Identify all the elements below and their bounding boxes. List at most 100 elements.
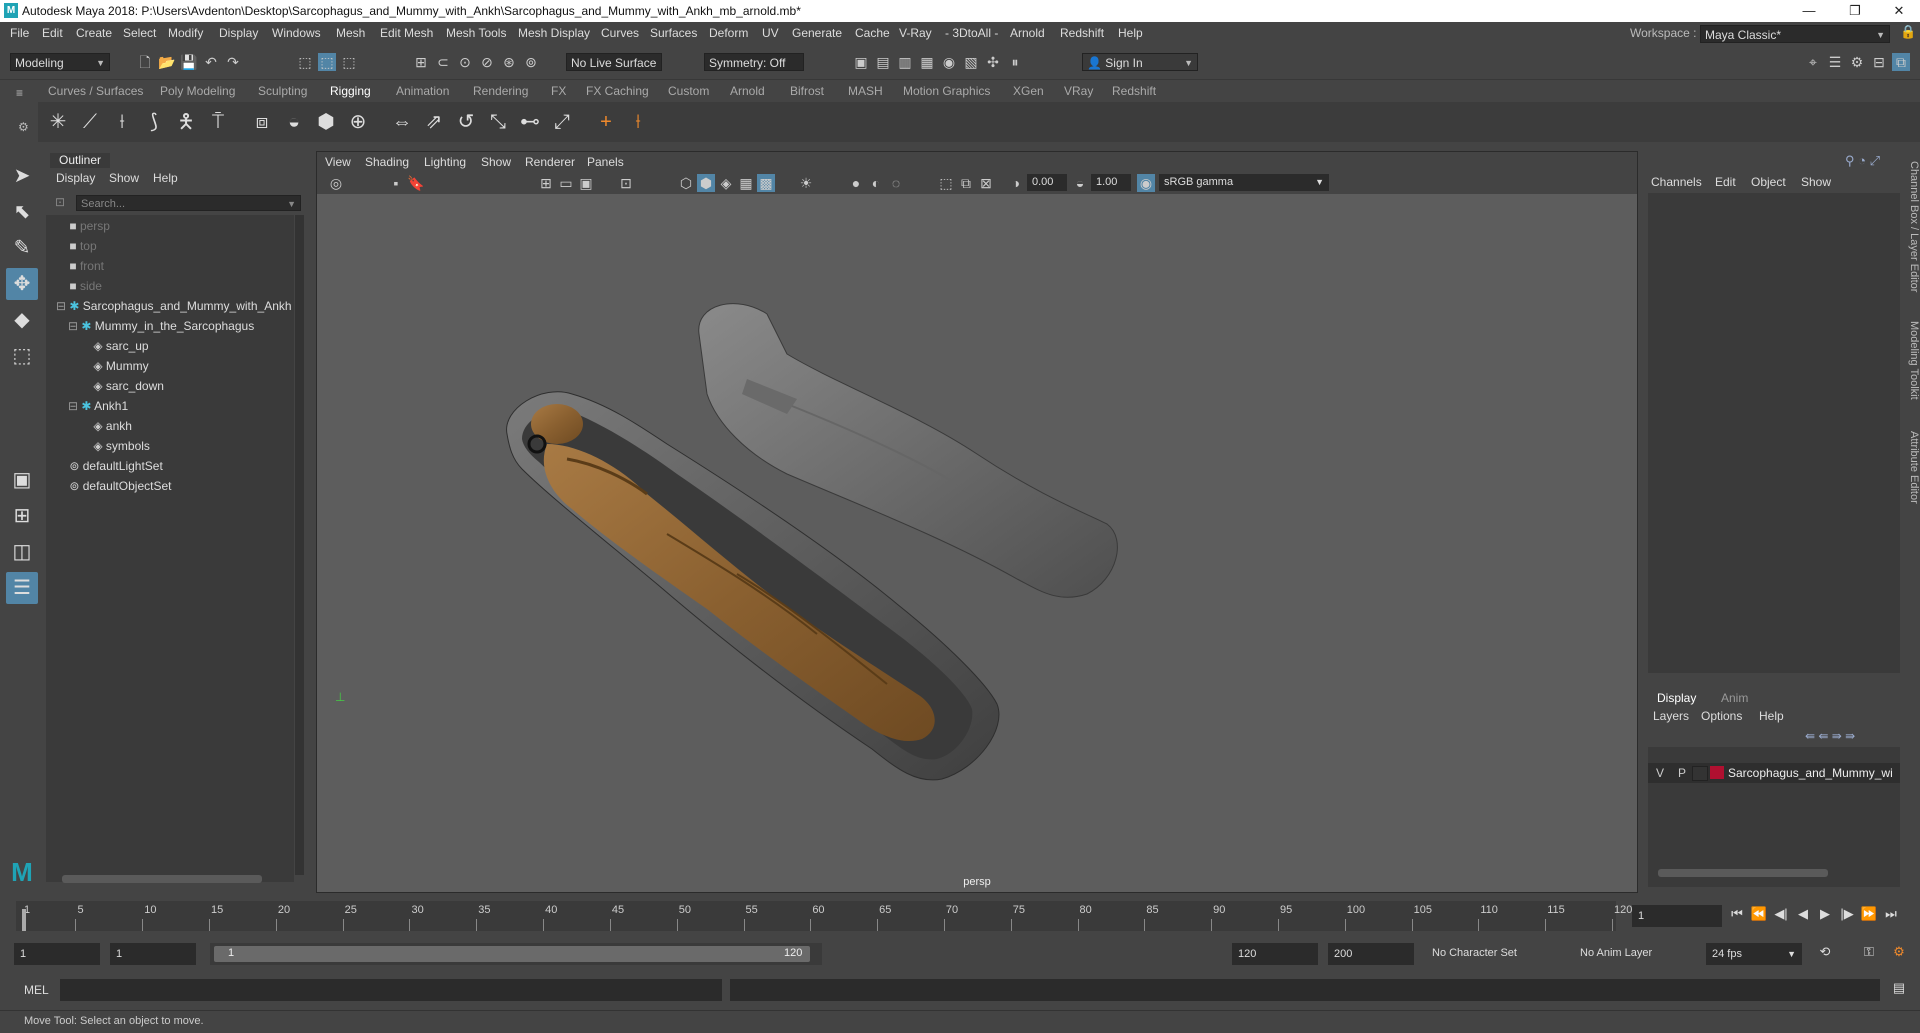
humanik-icon[interactable]: ⍑ [204, 108, 232, 136]
side-tab-channel-box[interactable]: Channel Box / Layer Editor [1906, 161, 1920, 292]
shelf-menu-icon[interactable]: ≡ [16, 86, 23, 100]
side-tab-modeling-toolkit[interactable]: Modeling Toolkit [1906, 321, 1920, 400]
close-button[interactable]: ✕ [1876, 0, 1920, 22]
exposure-icon[interactable]: ◑ [1007, 174, 1025, 192]
grid-icon[interactable]: ⊞ [537, 174, 555, 192]
loop-icon[interactable]: ⟲ [1816, 943, 1834, 961]
viewport-scene[interactable]: ⊥ [317, 194, 1637, 892]
layer-action-icons[interactable]: ⇚ ⇚ ⇛ ⇛ [1805, 729, 1855, 743]
snap-point-icon[interactable]: ⊙ [456, 53, 474, 71]
shelf-tab-poly-modeling[interactable]: Poly Modeling [160, 84, 235, 98]
channel-box-icon[interactable]: ⊟ [1870, 53, 1888, 71]
use-all-lights-icon[interactable]: ▩ [757, 174, 775, 192]
open-scene-icon[interactable]: 📂 [158, 53, 176, 71]
sign-in-button[interactable]: 👤 Sign In ▼ [1082, 53, 1198, 71]
outliner-item[interactable]: ■ side [46, 277, 102, 295]
select-object-icon[interactable]: ⬚ [318, 53, 336, 71]
film-gate-icon[interactable]: ▭ [557, 174, 575, 192]
menu-arnold[interactable]: Arnold [1010, 26, 1045, 40]
maximize-button[interactable]: ❐ [1832, 0, 1878, 22]
anim-prefs-icon[interactable]: ⚙ [1890, 943, 1908, 961]
menu-display[interactable]: Display [219, 26, 258, 40]
select-component-icon[interactable]: ⬚ [340, 53, 358, 71]
outliner-item[interactable]: ◈ symbols [46, 437, 150, 455]
ipr-render-icon[interactable]: ▥ [896, 53, 914, 71]
outliner-item[interactable]: ◈ Mummy [46, 357, 148, 375]
vp-menu-show[interactable]: Show [481, 155, 511, 169]
outliner-item[interactable]: ⊟ ✱ Ankh1 [46, 397, 128, 415]
range-slider[interactable]: 1 120 [210, 943, 822, 965]
menu-mesh-tools[interactable]: Mesh Tools [446, 26, 506, 40]
shelf-tab-vray[interactable]: VRay [1064, 84, 1093, 98]
workspace-dropdown[interactable]: Maya Classic* ▼ [1700, 25, 1890, 43]
menu-mesh[interactable]: Mesh [336, 26, 365, 40]
tool-settings-icon[interactable]: ⚙ [1848, 53, 1866, 71]
shelf-tab-mash[interactable]: MASH [848, 84, 883, 98]
xray-joints-icon[interactable]: ⊠ [977, 174, 995, 192]
lock-icon[interactable]: 🔒 [1900, 24, 1916, 40]
script-language-label[interactable]: MEL [24, 983, 49, 997]
shelf-tab-bifrost[interactable]: Bifrost [790, 84, 824, 98]
cb-menu-show[interactable]: Show [1801, 175, 1831, 189]
outliner-scrollbar[interactable] [295, 215, 304, 875]
four-view-layout-icon[interactable]: ⊞ [6, 500, 38, 532]
shelf-tab-sculpting[interactable]: Sculpting [258, 84, 307, 98]
menu-edit[interactable]: Edit [42, 26, 63, 40]
vp-menu-panels[interactable]: Panels [587, 155, 624, 169]
expand-toggle-icon[interactable]: ⊟ [68, 319, 81, 333]
go-to-start-icon[interactable]: ⏮ [1728, 905, 1746, 923]
vp-menu-shading[interactable]: Shading [365, 155, 409, 169]
menu-surfaces[interactable]: Surfaces [650, 26, 697, 40]
menu-windows[interactable]: Windows [272, 26, 321, 40]
move-tool-icon[interactable]: ✥ [6, 268, 38, 300]
lattice-icon[interactable]: ⬢ [312, 108, 340, 136]
shelf-tab-xgen[interactable]: XGen [1013, 84, 1044, 98]
orient-constraint-icon[interactable]: ↺ [452, 108, 480, 136]
menu-mesh-display[interactable]: Mesh Display [518, 26, 590, 40]
layer-menu-help[interactable]: Help [1759, 709, 1784, 723]
layer-row[interactable]: V P Sarcophagus_and_Mummy_wi [1648, 763, 1900, 783]
outliner-hscroll[interactable] [62, 875, 262, 883]
shelf-tab-motion-graphics[interactable]: Motion Graphics [903, 84, 990, 98]
menu-file[interactable]: File [10, 26, 29, 40]
layer-playback-toggle[interactable]: P [1678, 766, 1686, 780]
redo-icon[interactable]: ↷ [224, 53, 242, 71]
outliner-layout-icon[interactable]: ☰ [6, 572, 38, 604]
menu-modify[interactable]: Modify [168, 26, 203, 40]
outliner-menu-show[interactable]: Show [109, 171, 139, 185]
script-editor-icon[interactable]: ▤ [1890, 979, 1908, 997]
animation-end-field[interactable]: 200 [1328, 943, 1414, 965]
play-backwards-icon[interactable]: ◀ [1794, 905, 1812, 923]
render-sequence-icon[interactable]: ▤ [874, 53, 892, 71]
anti-aliasing-icon[interactable]: ◌ [887, 174, 905, 192]
bind-skin-icon[interactable]: ⧈ [248, 108, 276, 136]
expand-toggle-icon[interactable]: ⊟ [68, 399, 81, 413]
step-back-key-icon[interactable]: ⏪ [1750, 905, 1768, 923]
textured-icon[interactable]: ▦ [737, 174, 755, 192]
wireframe-icon[interactable]: ⬡ [677, 174, 695, 192]
shadows-icon[interactable]: ☀ [797, 174, 815, 192]
new-scene-icon[interactable]: 🗋 [136, 53, 154, 71]
shelf-tab-fx[interactable]: FX [551, 84, 566, 98]
menu-select[interactable]: Select [123, 26, 156, 40]
outliner-item[interactable]: ■ front [46, 257, 104, 275]
snap-view-icon[interactable]: ⊘ [478, 53, 496, 71]
menu-deform[interactable]: Deform [709, 26, 748, 40]
animation-start-field[interactable]: 1 [14, 943, 100, 965]
outliner-item[interactable]: ◈ sarc_down [46, 377, 164, 395]
minimize-button[interactable]: — [1786, 0, 1832, 22]
layer-menu-layers[interactable]: Layers [1653, 709, 1689, 723]
color-management-icon[interactable]: ◉ [1137, 174, 1155, 192]
outliner-tab[interactable]: Outliner [50, 153, 111, 168]
camera-attributes-icon[interactable]: ▪ [387, 174, 405, 192]
paint-select-tool-icon[interactable]: ✎ [6, 232, 38, 264]
outliner-item[interactable]: ◈ sarc_up [46, 337, 148, 355]
scale-constraint-icon[interactable]: ⤡ [484, 108, 512, 136]
layer-editor-icon[interactable]: ⧉ [1892, 53, 1910, 71]
light-editor-icon[interactable]: ✣ [984, 53, 1002, 71]
point-constraint-icon[interactable]: ⇔ [388, 108, 416, 136]
shelf-tab-rendering[interactable]: Rendering [473, 84, 528, 98]
step-forward-frame-icon[interactable]: |▶ [1838, 905, 1856, 923]
live-surface-field[interactable]: No Live Surface [566, 53, 662, 71]
safe-action-icon[interactable]: ⊡ [617, 174, 635, 192]
